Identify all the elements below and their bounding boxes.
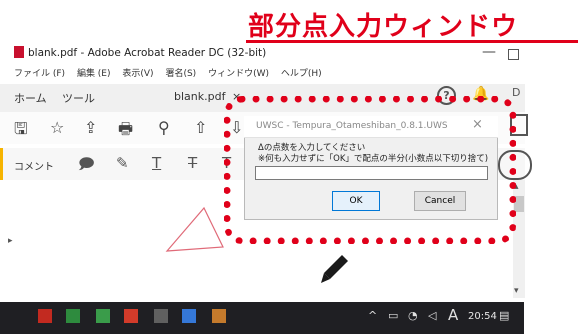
annotation-underline (246, 40, 578, 43)
highlight-pen-icon[interactable]: ✎ (116, 154, 129, 172)
minimize-button[interactable]: — (482, 44, 496, 60)
taskbar-app-icon[interactable] (212, 309, 226, 323)
user-icon[interactable]: D (512, 86, 520, 99)
scroll-down-icon[interactable]: ▾ (514, 286, 519, 296)
annotation-highlight-frame (224, 96, 516, 244)
maximize-button[interactable] (508, 49, 519, 60)
page-up-icon[interactable]: ⇧ (194, 118, 207, 137)
tray-overflow-icon[interactable]: ^ (368, 309, 377, 322)
annotation-title: 部分点入力ウィンドウ (248, 12, 519, 42)
menu-window[interactable]: ウィンドウ(W) (208, 69, 269, 79)
left-panel-arrow-icon[interactable]: ▸ (8, 236, 13, 246)
tab-home[interactable]: ホーム (14, 90, 47, 106)
menu-file[interactable]: ファイル (F) (14, 69, 65, 79)
save-icon[interactable]: 🖫 (14, 118, 28, 145)
ime-indicator[interactable]: A (448, 306, 458, 324)
window-title-text: blank.pdf - Adobe Acrobat Reader DC (32-… (28, 47, 267, 59)
tab-document[interactable]: blank.pdf (174, 90, 225, 103)
taskbar-app-icon[interactable] (38, 309, 52, 323)
pen-cursor-icon (321, 255, 348, 283)
menu-help[interactable]: ヘルプ(H) (281, 69, 322, 79)
taskbar-app-icon[interactable] (182, 309, 196, 323)
taskbar-app-icon[interactable] (66, 309, 80, 323)
menu-edit[interactable]: 編集 (E) (77, 69, 111, 79)
star-icon[interactable]: ☆ (50, 118, 64, 137)
menu-view[interactable]: 表示(V) (122, 69, 153, 79)
taskbar-settings-icon[interactable] (154, 309, 168, 323)
wifi-icon[interactable]: ◔ (408, 309, 418, 322)
print-icon[interactable]: 🖶 (118, 118, 133, 145)
volume-icon[interactable]: ◁ (428, 309, 436, 322)
clock[interactable]: 20:54 (468, 311, 497, 322)
menu-bar: ファイル (F) 編集 (E) 表示(V) 署名(S) ウィンドウ(W) ヘルプ… (14, 66, 331, 79)
tab-tools[interactable]: ツール (62, 90, 95, 106)
underline-text-icon[interactable]: T (152, 154, 161, 172)
sticky-note-icon[interactable]: 🗩 (78, 154, 95, 179)
battery-icon[interactable]: ▭ (388, 309, 398, 322)
comment-label: コメント (14, 162, 54, 173)
strikethrough-text-icon[interactable]: T (188, 154, 197, 172)
taskbar-acrobat-icon[interactable] (124, 309, 138, 323)
upload-icon[interactable]: ⇪ (84, 118, 97, 137)
menu-sign[interactable]: 署名(S) (165, 69, 196, 79)
taskbar-app-icon[interactable] (96, 309, 110, 323)
zoom-icon[interactable]: ⚲ (158, 118, 170, 137)
window-title: blank.pdf - Adobe Acrobat Reader DC (32-… (14, 46, 266, 59)
notification-icon[interactable]: ▤ (499, 309, 509, 322)
triangle-drawing (165, 206, 224, 252)
acrobat-icon (14, 46, 24, 58)
